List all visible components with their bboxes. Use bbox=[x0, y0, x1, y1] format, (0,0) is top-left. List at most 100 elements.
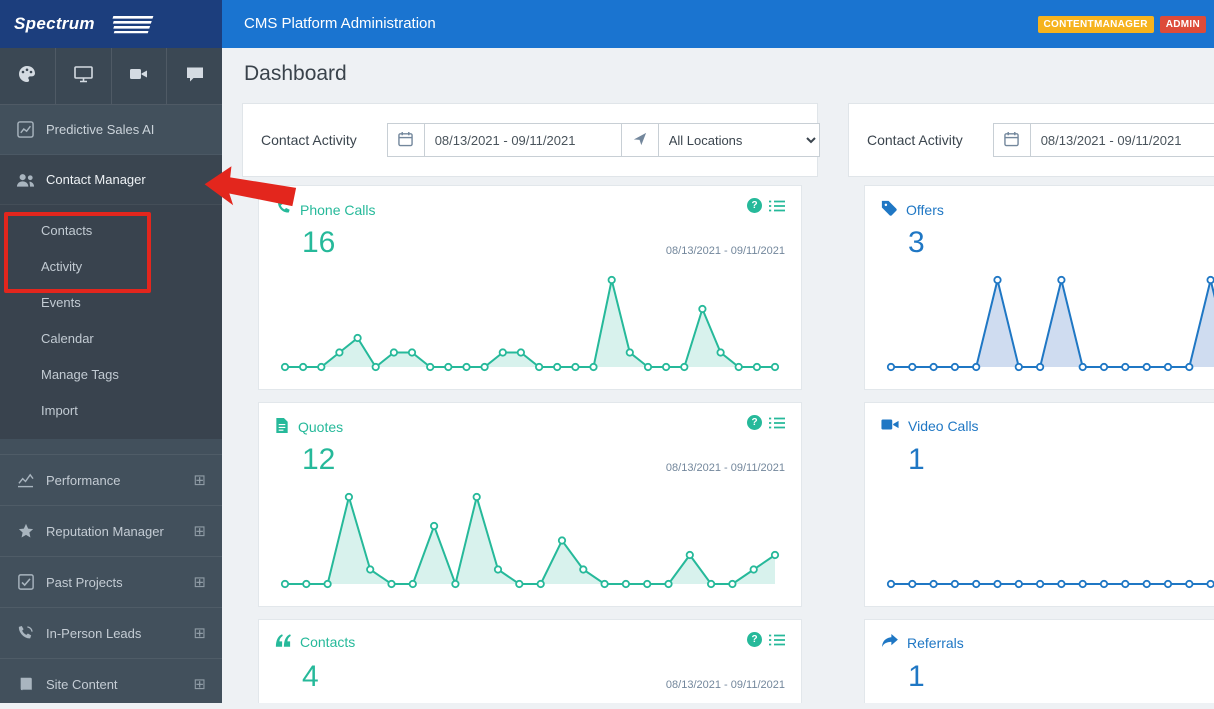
card-title: Phone Calls bbox=[300, 201, 376, 218]
date-range-input[interactable] bbox=[423, 123, 622, 157]
card-phone-calls: Phone Calls ? 16 08/13/2021 - 09/11/2021 bbox=[258, 185, 802, 390]
chat-icon bbox=[185, 64, 205, 89]
chat-tab[interactable] bbox=[167, 48, 222, 105]
card-quotes: Quotes ? 12 08/13/2021 - 09/11/2021 bbox=[258, 402, 802, 607]
palette-tab[interactable] bbox=[0, 48, 56, 105]
expand-icon[interactable]: ⊞ bbox=[193, 522, 206, 540]
file-icon bbox=[275, 417, 289, 437]
logo[interactable]: Spectrum bbox=[0, 0, 222, 48]
expand-icon[interactable]: ⊞ bbox=[193, 573, 206, 591]
card-tools: ? bbox=[747, 415, 785, 430]
desktop-tab[interactable] bbox=[55, 48, 112, 105]
desktop-icon bbox=[73, 64, 94, 89]
contact-activity-filter-right: Contact Activity bbox=[848, 103, 1214, 177]
sidebar-item-label: Past Projects bbox=[46, 574, 123, 590]
calendar-icon bbox=[1004, 131, 1019, 150]
phone-calls-chart bbox=[275, 274, 785, 379]
filter-label: Contact Activity bbox=[867, 132, 963, 148]
sidebar-item-in-person-leads[interactable]: In-Person Leads ⊞ bbox=[0, 607, 222, 658]
logo-stripes-icon bbox=[112, 16, 154, 34]
calendar-button[interactable] bbox=[992, 123, 1031, 157]
video-camera-icon bbox=[128, 64, 149, 89]
date-location-input-group: All Locations bbox=[386, 123, 820, 157]
card-video-calls: Video Calls ? 1 08/13/2021 - 09/11/2021 bbox=[864, 402, 1214, 607]
list-icon[interactable] bbox=[769, 417, 785, 429]
card-contacts: Contacts ? 4 08/13/2021 - 09/11/2021 bbox=[258, 619, 802, 703]
page-title: Dashboard bbox=[244, 62, 347, 85]
quotes-chart bbox=[275, 491, 785, 596]
card-tools: ? bbox=[747, 632, 785, 647]
help-icon[interactable]: ? bbox=[747, 198, 762, 213]
location-button[interactable] bbox=[620, 123, 659, 157]
main-content: Dashboard Contact Activity All Locations bbox=[222, 48, 1214, 703]
sidebar-item-site-content[interactable]: Site Content ⊞ bbox=[0, 658, 222, 709]
date-range-input[interactable] bbox=[1029, 123, 1214, 157]
phone-volume-icon bbox=[16, 625, 35, 642]
users-icon bbox=[16, 172, 35, 188]
sidebar-subitem-events[interactable]: Events bbox=[0, 285, 222, 321]
chart-frame-icon bbox=[16, 121, 35, 138]
help-icon[interactable]: ? bbox=[747, 632, 762, 647]
card-title-row: Phone Calls bbox=[275, 200, 376, 219]
role-badge-contentmanager: CONTENTMANAGER bbox=[1037, 15, 1154, 33]
sidebar-item-past-projects[interactable]: Past Projects ⊞ bbox=[0, 556, 222, 607]
help-icon[interactable]: ? bbox=[747, 415, 762, 430]
filter-label: Contact Activity bbox=[261, 132, 357, 148]
sidebar-item-label: Performance bbox=[46, 472, 121, 488]
list-icon[interactable] bbox=[769, 200, 785, 212]
video-camera-icon bbox=[881, 417, 899, 435]
checkbox-icon bbox=[16, 574, 35, 590]
sidebar-item-reputation-manager[interactable]: Reputation Manager ⊞ bbox=[0, 505, 222, 556]
expand-icon[interactable]: ⊞ bbox=[193, 675, 206, 693]
phone-icon bbox=[275, 200, 291, 219]
sidebar-subitem-import[interactable]: Import bbox=[0, 393, 222, 429]
line-chart-icon bbox=[16, 473, 35, 488]
sidebar-item-predictive-sales-ai[interactable]: Predictive Sales AI bbox=[0, 105, 222, 155]
sidebar-item-contact-manager[interactable]: Contact Manager bbox=[0, 155, 222, 205]
contact-activity-filter-left: Contact Activity All Locations bbox=[242, 103, 820, 177]
metric-value: 12 bbox=[302, 443, 336, 476]
palette-icon bbox=[17, 64, 37, 89]
metric-value: 3 bbox=[908, 226, 925, 259]
location-select[interactable]: All Locations bbox=[657, 123, 820, 157]
expand-icon[interactable]: ⊞ bbox=[193, 624, 206, 642]
sidebar-item-performance[interactable]: Performance ⊞ bbox=[0, 454, 222, 505]
metric-date-range: 08/13/2021 - 09/11/2021 bbox=[665, 679, 785, 691]
sidebar-subitem-contacts[interactable]: Contacts bbox=[0, 213, 222, 249]
topbar: Spectrum CMS Platform Administration CON… bbox=[0, 0, 1214, 48]
sparkline-svg bbox=[280, 492, 780, 589]
sparkline-svg bbox=[886, 579, 1214, 589]
expand-icon[interactable]: ⊞ bbox=[193, 471, 206, 489]
sidebar-subitem-manage-tags[interactable]: Manage Tags bbox=[0, 357, 222, 393]
calendar-icon bbox=[398, 131, 413, 150]
metric-date-range: 08/13/2021 - 09/11/2021 bbox=[665, 245, 785, 257]
contact-manager-submenu: Contacts Activity Events Calendar Manage… bbox=[0, 205, 222, 439]
role-badge-admin: ADMIN bbox=[1159, 15, 1206, 33]
card-title-row: Quotes bbox=[275, 417, 343, 437]
date-input-group bbox=[992, 123, 1214, 157]
offers-chart bbox=[881, 274, 1214, 379]
metric-value: 1 bbox=[908, 660, 925, 693]
metric-value: 4 bbox=[302, 660, 319, 693]
share-icon bbox=[881, 634, 898, 651]
card-title: Video Calls bbox=[908, 418, 979, 434]
list-icon[interactable] bbox=[769, 634, 785, 646]
quote-icon bbox=[275, 634, 291, 650]
sidebar-item-label: Contact Manager bbox=[46, 172, 146, 187]
sidebar-subitem-calendar[interactable]: Calendar bbox=[0, 321, 222, 357]
metric-value: 1 bbox=[908, 443, 925, 476]
sidebar-subitem-activity[interactable]: Activity bbox=[0, 249, 222, 285]
sidebar-item-label: Site Content bbox=[46, 676, 118, 692]
card-title: Offers bbox=[906, 201, 944, 218]
card-referrals: Referrals ? 1 08/13/2021 - 09/11/2021 bbox=[864, 619, 1214, 703]
video-tab[interactable] bbox=[111, 48, 168, 105]
star-icon bbox=[16, 523, 35, 539]
right-column: Contact Activity Offers ? bbox=[848, 103, 1214, 703]
calendar-button[interactable] bbox=[386, 123, 425, 157]
card-title-row: Referrals bbox=[881, 634, 964, 651]
card-tools: ? bbox=[747, 198, 785, 213]
card-title-row: Contacts bbox=[275, 634, 355, 650]
metric-value: 16 bbox=[302, 226, 336, 259]
sidebar-item-label: Reputation Manager bbox=[46, 523, 164, 539]
